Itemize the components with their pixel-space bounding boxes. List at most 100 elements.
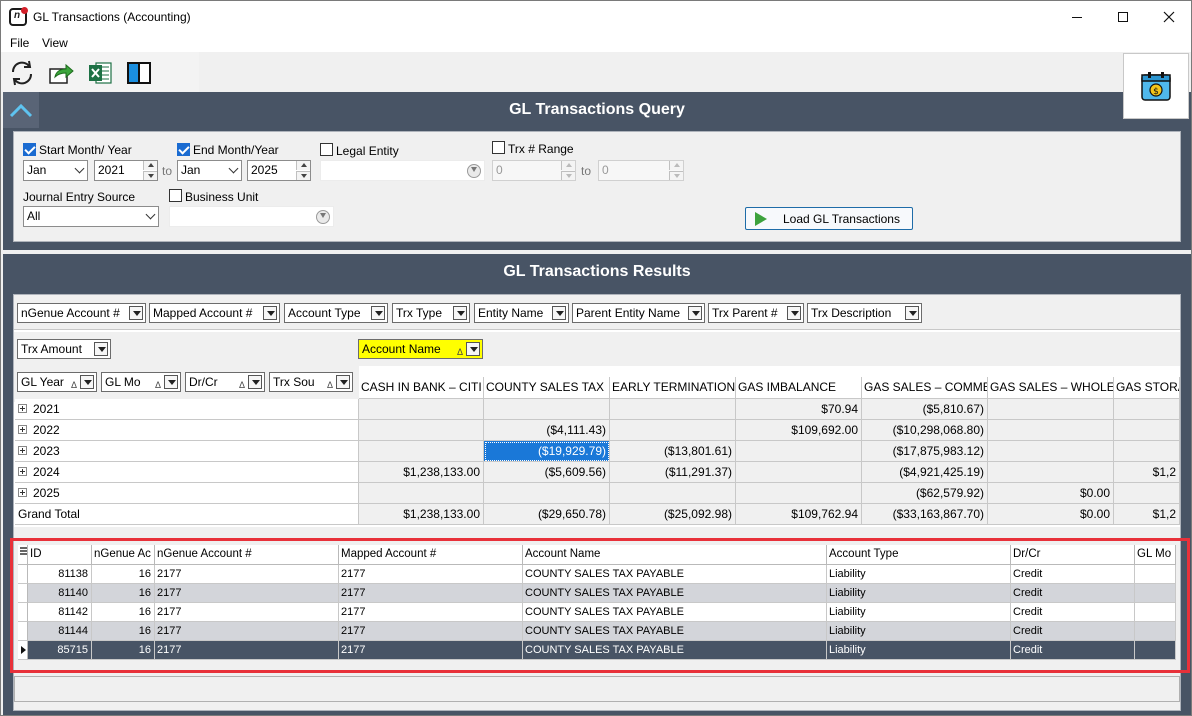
dropdown-icon[interactable] xyxy=(129,306,143,320)
pivot-cell[interactable]: ($10,298,068.80) xyxy=(862,420,988,441)
row-field-gl-year[interactable]: GL Year Δ xyxy=(17,372,97,392)
pivot-row-header[interactable]: 2021 xyxy=(15,399,359,420)
legal-entity-checkbox[interactable] xyxy=(320,143,333,156)
cell-id[interactable]: 81138 xyxy=(28,565,92,584)
layout-button[interactable] xyxy=(126,60,152,86)
trx-range-checkbox[interactable] xyxy=(492,141,505,154)
pivot-cell[interactable] xyxy=(736,483,862,504)
pivot-cell[interactable] xyxy=(988,420,1114,441)
legal-entity-lookup[interactable] xyxy=(320,160,485,181)
cell-ngenue-ac[interactable]: 16 xyxy=(92,603,155,622)
start-year-stepper[interactable]: 2021 xyxy=(94,160,158,181)
pivot-column-header[interactable]: COUNTY SALES TAX … xyxy=(484,377,610,399)
pivot-column-header[interactable]: EARLY TERMINATION xyxy=(610,377,736,399)
trx-range-to-stepper[interactable]: 0 xyxy=(598,160,684,181)
pivot-cell[interactable]: $0.00 xyxy=(988,483,1114,504)
detail-column-header[interactable]: Account Name xyxy=(523,545,827,565)
cell-ngenue-account[interactable]: 2177 xyxy=(155,565,339,584)
cell-account-type[interactable]: Liability xyxy=(827,603,1011,622)
pivot-column-header[interactable]: GAS IMBALANCE xyxy=(736,377,862,399)
cell-dr-cr[interactable]: Credit xyxy=(1011,641,1135,660)
pivot-column-header[interactable]: CASH IN BANK – CITI… xyxy=(359,377,484,399)
business-unit-lookup[interactable] xyxy=(169,206,334,227)
pivot-cell[interactable]: ($4,921,425.19) xyxy=(862,462,988,483)
pivot-cell[interactable]: ($5,609.56) xyxy=(484,462,610,483)
row-field-gl-mo[interactable]: GL Mo Δ xyxy=(101,372,181,392)
journal-entry-source-select[interactable]: All xyxy=(23,206,159,227)
pivot-cell[interactable] xyxy=(359,399,484,420)
pivot-cell[interactable]: $1,238,133.00 xyxy=(359,462,484,483)
pivot-cell[interactable] xyxy=(988,399,1114,420)
cell-mapped-account[interactable]: 2177 xyxy=(339,565,523,584)
cell-mapped-account[interactable]: 2177 xyxy=(339,584,523,603)
cell-gl-mo[interactable] xyxy=(1135,622,1176,641)
pivot-total-cell[interactable]: ($33,163,867.70) xyxy=(862,504,988,525)
dropdown-icon[interactable] xyxy=(453,306,467,320)
cell-dr-cr[interactable]: Credit xyxy=(1011,622,1135,641)
row-selector-header[interactable] xyxy=(18,545,28,565)
minimize-button[interactable] xyxy=(1054,1,1100,33)
row-field-trx-source[interactable]: Trx Sou Δ xyxy=(269,372,353,392)
cell-account-name[interactable]: COUNTY SALES TAX PAYABLE xyxy=(523,603,827,622)
detail-column-header[interactable]: ID xyxy=(28,545,92,565)
row-field-dr-cr[interactable]: Dr/Cr Δ xyxy=(185,372,265,392)
cell-account-type[interactable]: Liability xyxy=(827,565,1011,584)
filter-field-trx-type[interactable]: Trx Type xyxy=(392,303,470,323)
expand-icon[interactable] xyxy=(18,446,27,455)
cell-account-name[interactable]: COUNTY SALES TAX PAYABLE xyxy=(523,622,827,641)
cell-account-name[interactable]: COUNTY SALES TAX PAYABLE xyxy=(523,584,827,603)
pivot-cell[interactable]: ($17,875,983.12) xyxy=(862,441,988,462)
detail-column-header[interactable]: GL Mo xyxy=(1135,545,1176,565)
start-month-select[interactable]: Jan xyxy=(23,160,88,181)
excel-export-button[interactable] xyxy=(87,60,113,86)
start-month-checkbox[interactable] xyxy=(23,143,36,156)
cell-dr-cr[interactable]: Credit xyxy=(1011,603,1135,622)
pivot-total-cell[interactable]: $1,2 xyxy=(1114,504,1180,525)
expand-icon[interactable] xyxy=(18,425,27,434)
pivot-cell[interactable] xyxy=(1114,420,1180,441)
pivot-cell[interactable]: ($11,291.37) xyxy=(610,462,736,483)
detail-column-header[interactable]: Dr/Cr xyxy=(1011,545,1135,565)
pivot-total-cell[interactable]: $109,762.94 xyxy=(736,504,862,525)
expand-icon[interactable] xyxy=(18,467,27,476)
dropdown-icon[interactable] xyxy=(466,342,480,356)
filter-field-parent-entity-name[interactable]: Parent Entity Name xyxy=(572,303,705,323)
pivot-cell[interactable]: ($13,801.61) xyxy=(610,441,736,462)
dropdown-icon[interactable] xyxy=(688,306,702,320)
cell-id[interactable]: 81142 xyxy=(28,603,92,622)
business-unit-checkbox[interactable] xyxy=(169,189,182,202)
cell-account-name[interactable]: COUNTY SALES TAX PAYABLE xyxy=(523,641,827,660)
dropdown-icon[interactable] xyxy=(164,375,178,389)
cell-gl-mo[interactable] xyxy=(1135,565,1176,584)
pivot-cell[interactable]: ($5,810.67) xyxy=(862,399,988,420)
pivot-cell[interactable] xyxy=(359,441,484,462)
cell-account-type[interactable]: Liability xyxy=(827,584,1011,603)
pivot-row-header[interactable]: 2025 xyxy=(15,483,359,504)
cell-ngenue-ac[interactable]: 16 xyxy=(92,622,155,641)
cell-dr-cr[interactable]: Credit xyxy=(1011,565,1135,584)
pivot-cell[interactable] xyxy=(484,483,610,504)
dropdown-icon[interactable] xyxy=(80,375,94,389)
calendar-money-button[interactable]: $ xyxy=(1123,53,1189,119)
end-year-stepper[interactable]: 2025 xyxy=(247,160,311,181)
pivot-cell[interactable]: ($4,111.43) xyxy=(484,420,610,441)
menu-view[interactable]: View xyxy=(42,36,68,50)
cell-ngenue-ac[interactable]: 16 xyxy=(92,565,155,584)
detail-column-header[interactable]: Mapped Account # xyxy=(339,545,523,565)
pivot-total-cell[interactable]: $1,238,133.00 xyxy=(359,504,484,525)
cell-dr-cr[interactable]: Credit xyxy=(1011,584,1135,603)
pivot-total-cell[interactable]: $0.00 xyxy=(988,504,1114,525)
cell-account-name[interactable]: COUNTY SALES TAX PAYABLE xyxy=(523,565,827,584)
dropdown-icon[interactable] xyxy=(787,306,801,320)
filter-field-mapped-account[interactable]: Mapped Account # xyxy=(149,303,280,323)
dropdown-icon[interactable] xyxy=(94,342,108,356)
row-selector[interactable] xyxy=(18,565,28,584)
detail-column-header[interactable]: nGenue Account # xyxy=(155,545,339,565)
pivot-total-cell[interactable]: ($25,092.98) xyxy=(610,504,736,525)
maximize-button[interactable] xyxy=(1100,1,1146,33)
cell-mapped-account[interactable]: 2177 xyxy=(339,641,523,660)
dropdown-icon[interactable] xyxy=(552,306,566,320)
current-row-indicator[interactable] xyxy=(18,641,28,660)
pivot-cell[interactable] xyxy=(484,399,610,420)
detail-column-header[interactable]: nGenue Ac xyxy=(92,545,155,565)
